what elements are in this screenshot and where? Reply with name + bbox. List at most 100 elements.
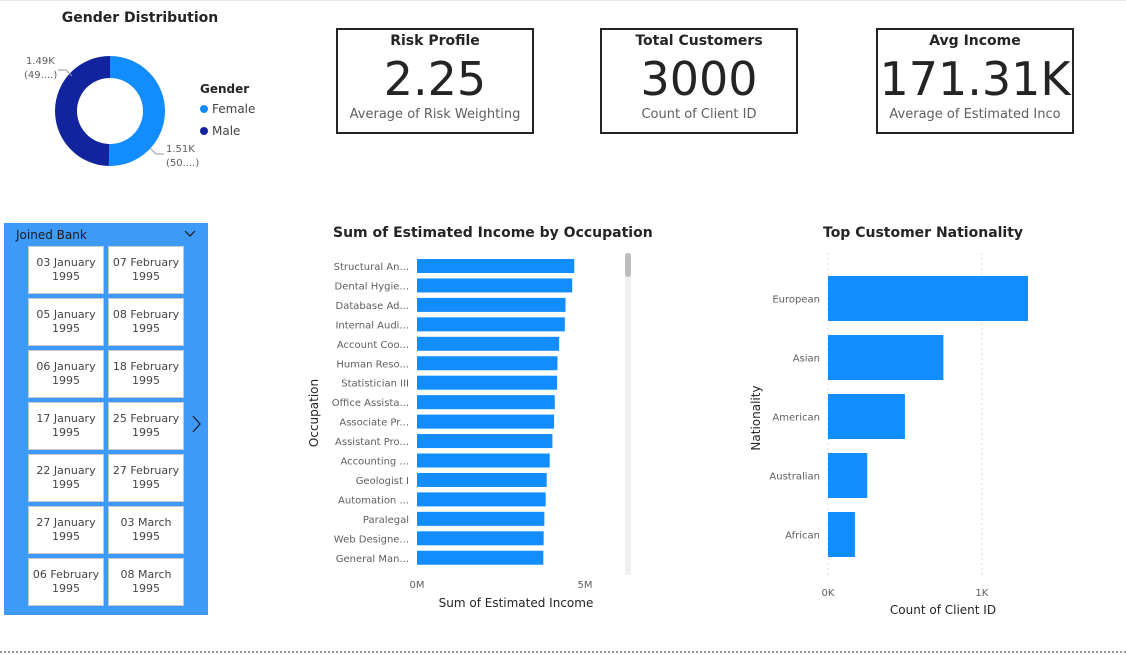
donut-leader-female[interactable] — [149, 147, 164, 155]
occupation-bar[interactable] — [417, 278, 573, 293]
occupation-tick-label: Paralegal — [363, 515, 409, 526]
slicer-date-tile[interactable]: 05 January 1995 — [28, 298, 104, 346]
donut-label-female-value: 1.51K — [166, 144, 195, 155]
nationality-bar[interactable] — [828, 335, 944, 380]
occupation-bar[interactable] — [417, 531, 544, 546]
gender-legend: Gender Female Male — [200, 82, 255, 146]
slicer-date-year: 1995 — [52, 270, 80, 283]
occupation-bar[interactable] — [417, 472, 547, 487]
slicer-date-day: 05 January — [36, 308, 96, 321]
legend-item-male[interactable]: Male — [200, 124, 255, 138]
kpi-subtitle: Average of Risk Weighting — [349, 107, 521, 122]
nationality-x-tick: 1K — [975, 588, 988, 599]
occupation-bar[interactable] — [417, 453, 550, 468]
slicer-date-year: 1995 — [52, 374, 80, 387]
slicer-date-year: 1995 — [52, 322, 80, 335]
nationality-bar-chart[interactable]: European Asian American Australian African 0K… — [740, 245, 1040, 620]
slicer-date-tile[interactable]: 22 January 1995 — [28, 454, 104, 502]
bottom-divider — [0, 651, 1126, 653]
slicer-date-tile[interactable]: 18 February 1995 — [108, 350, 184, 398]
nationality-tick-label: African — [785, 531, 820, 542]
slicer-date-day: 08 March — [120, 568, 172, 581]
occupation-bar[interactable] — [417, 434, 553, 449]
occupation-bar[interactable] — [417, 414, 555, 429]
slicer-date-tile[interactable]: 25 February 1995 — [108, 402, 184, 450]
slicer-date-tile[interactable]: 07 February 1995 — [108, 246, 184, 294]
slicer-date-tile[interactable]: 08 March 1995 — [108, 558, 184, 606]
slicer-date-day: 25 February — [112, 412, 180, 425]
occupation-bar[interactable] — [417, 336, 560, 351]
donut-label-male-pct: (49....) — [24, 70, 57, 81]
occupation-tick-label: Internal Audi... — [335, 320, 409, 331]
kpi-card-avg-income[interactable]: Avg Income 171.31K Average of Estimated … — [876, 28, 1074, 134]
slicer-date-tile[interactable]: 27 January 1995 — [28, 506, 104, 554]
nationality-tick-label: Australian — [769, 472, 820, 483]
slicer-date-tile[interactable]: 27 February 1995 — [108, 454, 184, 502]
nationality-bar[interactable] — [828, 276, 1028, 321]
kpi-subtitle: Average of Estimated Inco — [889, 107, 1061, 122]
nationality-x-axis-title: Count of Client ID — [890, 603, 996, 617]
nationality-tick-label: Asian — [793, 354, 820, 365]
donut-label-female-pct: (50....) — [166, 158, 199, 169]
occupation-bar[interactable] — [417, 259, 575, 273]
occupation-tick-label: Dental Hygie... — [335, 281, 409, 292]
occupation-bar[interactable] — [417, 297, 566, 312]
kpi-card-risk-profile[interactable]: Risk Profile 2.25 Average of Risk Weight… — [336, 28, 534, 134]
nationality-bar[interactable] — [828, 394, 905, 439]
kpi-subtitle: Count of Client ID — [641, 107, 757, 122]
slicer-date-tile[interactable]: 06 January 1995 — [28, 350, 104, 398]
slicer-date-day: 17 January — [36, 412, 96, 425]
nationality-chart-title: Top Customer Nationality — [823, 225, 1024, 241]
scrollbar-track[interactable] — [625, 253, 631, 575]
donut-label-male-value: 1.49K — [26, 56, 55, 67]
slicer-date-tile[interactable]: 17 January 1995 — [28, 402, 104, 450]
scrollbar-thumb[interactable] — [625, 253, 631, 277]
nationality-bar[interactable] — [828, 512, 855, 557]
nationality-x-tick: 0K — [822, 588, 835, 599]
occupation-bar[interactable] — [417, 375, 558, 390]
occupation-bar[interactable] — [417, 511, 545, 526]
top-border — [0, 0, 1126, 1]
occupation-bar[interactable] — [417, 550, 544, 565]
kpi-title: Avg Income — [929, 33, 1021, 49]
chevron-down-icon[interactable] — [184, 227, 196, 241]
occupation-income-bar-chart[interactable]: Structural An... Dental Hygie... Database … — [300, 245, 640, 615]
slicer-date-tile[interactable]: 03 March 1995 — [108, 506, 184, 554]
slicer-date-day: 06 February — [32, 568, 100, 581]
slicer-date-tile[interactable]: 03 January 1995 — [28, 246, 104, 294]
occupation-tick-label: Automation ... — [338, 495, 409, 506]
kpi-card-total-customers[interactable]: Total Customers 3000 Count of Client ID — [600, 28, 798, 134]
occupation-bar[interactable] — [417, 395, 555, 410]
slicer-date-tile[interactable]: 08 February 1995 — [108, 298, 184, 346]
nationality-y-axis-title: Nationality — [749, 385, 763, 450]
legend-item-female[interactable]: Female — [200, 102, 255, 116]
occupation-x-axis-title: Sum of Estimated Income — [439, 596, 594, 610]
slicer-date-year: 1995 — [52, 426, 80, 439]
occupation-tick-label: Assistant Pro... — [335, 437, 409, 448]
occupation-bar[interactable] — [417, 356, 558, 371]
slicer-date-year: 1995 — [132, 374, 160, 387]
slicer-date-year: 1995 — [132, 478, 160, 491]
occupation-bar[interactable] — [417, 317, 565, 332]
donut-slice-male[interactable] — [55, 56, 110, 166]
gender-donut-chart[interactable]: 1.49K (49....) 1.51K (50....) — [0, 30, 200, 180]
donut-slice-female[interactable] — [108, 56, 166, 166]
chevron-right-icon[interactable] — [192, 415, 202, 438]
nationality-tick-label: European — [772, 295, 820, 306]
occupation-tick-label: Web Designe... — [334, 534, 409, 545]
occupation-y-axis-title: Occupation — [307, 379, 321, 447]
slicer-date-year: 1995 — [132, 270, 160, 283]
slicer-date-day: 08 February — [112, 308, 180, 321]
female-dot-icon — [200, 105, 208, 113]
kpi-title: Risk Profile — [390, 33, 480, 49]
slicer-date-year: 1995 — [52, 530, 80, 543]
nationality-bar[interactable] — [828, 453, 868, 498]
occupation-tick-label: Account Coo... — [337, 340, 409, 351]
occupation-bar[interactable] — [417, 492, 546, 507]
occupation-tick-label: Human Reso... — [336, 359, 409, 370]
slicer-date-year: 1995 — [132, 426, 160, 439]
kpi-value: 2.25 — [383, 52, 487, 106]
legend-label: Male — [212, 124, 241, 138]
slicer-date-year: 1995 — [132, 530, 160, 543]
slicer-date-tile[interactable]: 06 February 1995 — [28, 558, 104, 606]
